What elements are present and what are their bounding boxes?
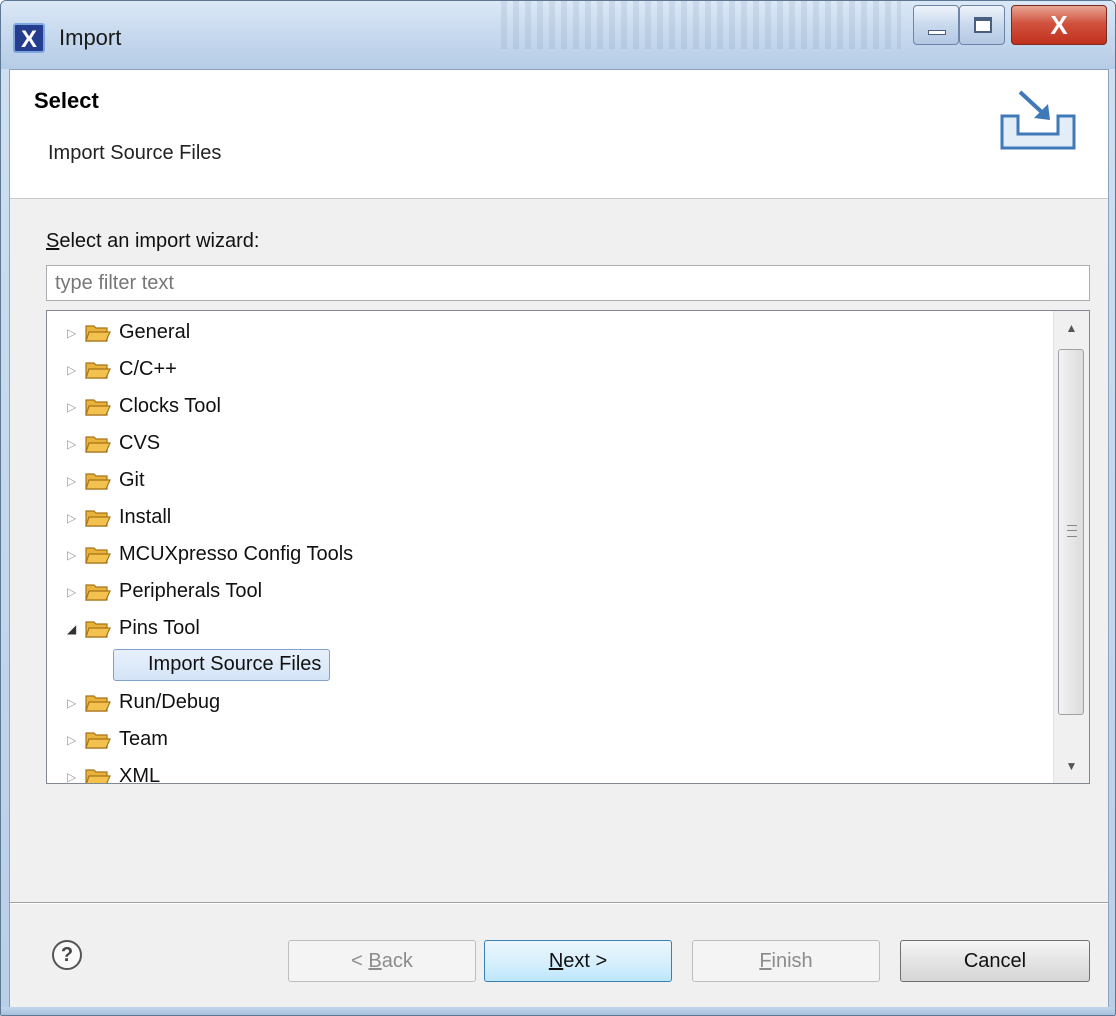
tree-item[interactable]: ▷ C/C++ xyxy=(47,352,1047,388)
minimize-icon xyxy=(928,30,946,35)
window-title: Import xyxy=(59,25,122,50)
tree-scrollbar[interactable]: ▲ ▼ xyxy=(1053,311,1089,783)
prompt-mnemonic: S xyxy=(46,230,60,252)
banner-description: Import Source Files xyxy=(48,142,222,164)
folder-icon xyxy=(85,510,111,527)
maximize-button[interactable] xyxy=(959,5,1005,45)
tree-item-label: C/C++ xyxy=(119,358,177,380)
filter-input[interactable] xyxy=(46,265,1090,301)
tree-item-label: General xyxy=(119,321,191,343)
tree-item-import-source-files[interactable]: Import Source Files xyxy=(47,648,1047,684)
title-bar-decoration xyxy=(501,1,901,49)
back-mnemonic: B xyxy=(368,950,382,972)
wizard-tree[interactable]: ▷ General ▷ C/C++ ▷ Clocks Tool ▷ CVS ▷ Git ▷ Insta… xyxy=(46,310,1090,784)
expand-arrow-icon[interactable]: ▷ xyxy=(67,694,79,712)
next-button[interactable]: Next > xyxy=(484,940,672,982)
folder-icon xyxy=(85,695,111,712)
tree-item[interactable]: ◢ Pins Tool xyxy=(47,611,1047,647)
minimize-button[interactable] xyxy=(913,5,959,45)
expand-arrow-icon[interactable]: ▷ xyxy=(67,768,79,783)
next-mnemonic: N xyxy=(548,950,564,972)
maximize-icon xyxy=(974,17,992,33)
folder-icon xyxy=(85,547,111,564)
back-button[interactable]: < Back xyxy=(288,940,476,982)
tree-item[interactable]: ▷ Team xyxy=(47,722,1047,758)
tree-item[interactable]: ▷ General xyxy=(47,315,1047,351)
scrollbar-thumb[interactable] xyxy=(1058,349,1084,715)
folder-icon xyxy=(85,399,111,416)
tree-item[interactable]: ▷ CVS xyxy=(47,426,1047,462)
tree-item[interactable]: ▷ XML xyxy=(47,759,1047,783)
tree-item[interactable]: ▷ Peripherals Tool xyxy=(47,574,1047,610)
tree-item-label: Peripherals Tool xyxy=(119,580,263,602)
folder-icon xyxy=(85,473,111,490)
expand-arrow-icon[interactable]: ▷ xyxy=(67,583,79,601)
tree-item-label: Import Source Files xyxy=(113,649,331,681)
window-bottom-edge xyxy=(1,1007,1115,1015)
prompt-text: elect an import wizard: xyxy=(59,230,260,252)
scrollbar-grip-icon xyxy=(1067,525,1077,537)
tree-item[interactable]: ▷ Git xyxy=(47,463,1047,499)
finish-label: inish xyxy=(771,950,813,972)
back-label: ack xyxy=(381,950,413,972)
next-label: ext > xyxy=(563,950,608,972)
banner-title: Select xyxy=(34,88,99,113)
folder-icon xyxy=(85,732,111,749)
tree-item-label: Install xyxy=(119,506,172,528)
tree-item-label: XML xyxy=(119,765,161,783)
expand-arrow-icon[interactable]: ▷ xyxy=(67,361,79,379)
close-icon: X xyxy=(1050,10,1068,40)
expand-arrow-icon[interactable]: ▷ xyxy=(67,324,79,342)
tree-item-label: Git xyxy=(119,469,145,491)
wizard-prompt-label: Select an import wizard: xyxy=(46,230,259,253)
tree-item[interactable]: ▷ MCUXpresso Config Tools xyxy=(47,537,1047,573)
help-icon[interactable]: ? xyxy=(52,940,82,970)
collapse-arrow-icon[interactable]: ◢ xyxy=(67,620,79,638)
expand-arrow-icon[interactable]: ▷ xyxy=(67,472,79,490)
tree-item-label: Clocks Tool xyxy=(119,395,221,417)
folder-icon xyxy=(85,584,111,601)
expand-arrow-icon[interactable]: ▷ xyxy=(67,546,79,564)
finish-button[interactable]: Finish xyxy=(692,940,880,982)
scroll-up-icon[interactable]: ▲ xyxy=(1054,311,1089,345)
finish-mnemonic: F xyxy=(759,950,772,972)
import-dialog-window: X Import X Select Import Source Files Se… xyxy=(0,0,1116,1016)
wizard-tree-rows: ▷ General ▷ C/C++ ▷ Clocks Tool ▷ CVS ▷ Git ▷ Insta… xyxy=(47,311,1053,783)
folder-icon xyxy=(85,325,111,342)
back-prefix: < xyxy=(351,950,369,972)
folder-icon xyxy=(85,362,111,379)
expand-arrow-icon[interactable]: ▷ xyxy=(67,398,79,416)
dialog-client-area: Select Import Source Files Select an imp… xyxy=(9,69,1109,1009)
expand-arrow-icon[interactable]: ▷ xyxy=(67,731,79,749)
folder-icon xyxy=(85,621,111,638)
tree-item-label: CVS xyxy=(119,432,161,454)
app-icon: X xyxy=(13,23,45,53)
title-bar[interactable]: X Import X xyxy=(1,1,1115,69)
button-bar-separator xyxy=(10,902,1108,904)
tree-item-label: Run/Debug xyxy=(119,691,221,713)
import-wizard-icon xyxy=(1000,90,1076,150)
tree-item-label: MCUXpresso Config Tools xyxy=(119,543,354,565)
cancel-button[interactable]: Cancel xyxy=(900,940,1090,982)
tree-item-label: Team xyxy=(119,728,168,750)
tree-item-label: Pins Tool xyxy=(119,617,200,639)
expand-arrow-icon[interactable]: ▷ xyxy=(67,509,79,527)
tree-item[interactable]: ▷ Run/Debug xyxy=(47,685,1047,721)
folder-icon xyxy=(85,769,111,783)
close-button[interactable]: X xyxy=(1011,5,1107,45)
wizard-banner: Select Import Source Files xyxy=(10,70,1108,199)
tree-item[interactable]: ▷ Install xyxy=(47,500,1047,536)
expand-arrow-icon[interactable]: ▷ xyxy=(67,435,79,453)
tree-item[interactable]: ▷ Clocks Tool xyxy=(47,389,1047,425)
scroll-down-icon[interactable]: ▼ xyxy=(1054,749,1089,783)
folder-icon xyxy=(85,436,111,453)
